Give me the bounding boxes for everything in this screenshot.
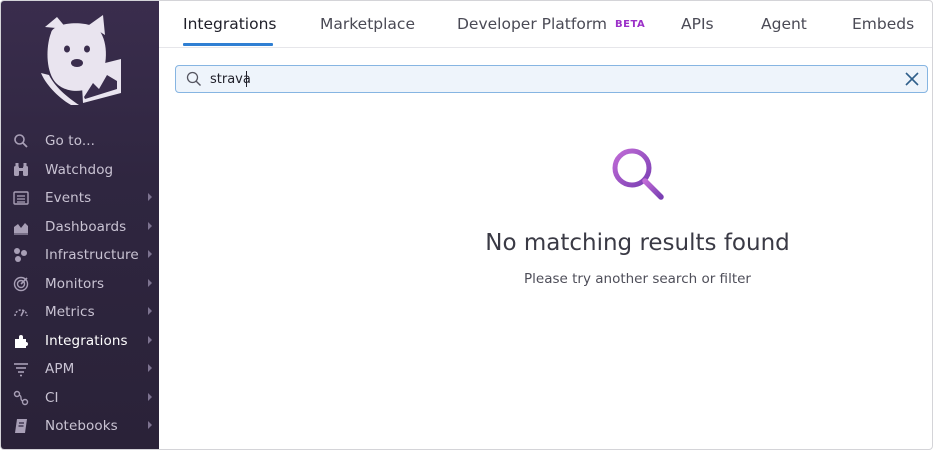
notebook-icon	[11, 416, 31, 436]
sidebar: Go to... Watchdog Events Dashboards Infr…	[1, 1, 159, 449]
sidebar-item-label: Monitors	[45, 275, 105, 292]
sidebar-item-integrations[interactable]: Integrations	[1, 327, 159, 356]
stacked-bars-icon	[11, 359, 31, 379]
search-icon	[186, 71, 201, 86]
chevron-right-icon	[148, 221, 152, 230]
hexagons-icon	[11, 245, 31, 265]
chevron-right-icon	[148, 278, 152, 287]
empty-state-subtitle: Please try another search or filter	[524, 271, 751, 287]
active-tab-indicator	[183, 43, 273, 46]
gauge-icon	[11, 302, 31, 322]
tab-marketplace[interactable]: Marketplace	[320, 15, 415, 33]
chevron-right-icon	[148, 364, 152, 372]
pipeline-icon	[11, 388, 31, 408]
chevron-right-icon	[148, 392, 152, 401]
puzzle-icon	[11, 331, 31, 351]
sidebar-item-watchdog[interactable]: Watchdog	[1, 156, 159, 185]
text-caret	[246, 71, 247, 87]
sidebar-item-ci[interactable]: CI	[1, 384, 159, 413]
sidebar-item-label: Dashboards	[45, 218, 127, 235]
chevron-right-icon	[148, 250, 152, 258]
sidebar-item-apm[interactable]: APM	[1, 355, 159, 384]
sidebar-item-label: Infrastructure	[45, 247, 139, 264]
search-input[interactable]	[210, 67, 810, 91]
sidebar-nav: Go to... Watchdog Events Dashboards Infr…	[1, 127, 159, 441]
beta-badge: BETA	[615, 19, 646, 30]
chevron-right-icon	[148, 193, 152, 201]
tab-developer-platform[interactable]: Developer Platform BETA	[457, 15, 645, 33]
sidebar-item-label: Go to...	[45, 133, 96, 150]
tab-embeds[interactable]: Embeds	[852, 15, 914, 33]
sidebar-item-label: CI	[45, 389, 59, 406]
area-chart-icon	[11, 217, 31, 237]
chevron-right-icon	[148, 335, 152, 344]
list-icon	[11, 188, 31, 208]
sidebar-item-goto[interactable]: Go to...	[1, 127, 159, 156]
sidebar-item-notebooks[interactable]: Notebooks	[1, 412, 159, 441]
sidebar-item-label: Watchdog	[45, 161, 114, 178]
sidebar-item-label: Integrations	[45, 332, 128, 349]
sidebar-item-events[interactable]: Events	[1, 184, 159, 213]
magnifier-icon	[612, 148, 664, 200]
empty-state-title: No matching results found	[485, 230, 790, 256]
sidebar-item-label: Metrics	[45, 304, 95, 321]
datadog-logo-icon[interactable]	[37, 13, 123, 107]
sidebar-item-metrics[interactable]: Metrics	[1, 298, 159, 327]
tab-apis[interactable]: APIs	[681, 15, 714, 33]
app-window: Go to... Watchdog Events Dashboards Infr…	[0, 0, 933, 450]
sidebar-item-dashboards[interactable]: Dashboards	[1, 213, 159, 242]
sidebar-item-monitors[interactable]: Monitors	[1, 270, 159, 299]
tab-label: Developer Platform	[457, 15, 608, 33]
sidebar-item-infrastructure[interactable]: Infrastructure	[1, 241, 159, 270]
search-icon	[11, 131, 31, 151]
tab-agent[interactable]: Agent	[761, 15, 807, 33]
sidebar-item-label: Events	[45, 190, 92, 207]
sidebar-item-label: APM	[45, 361, 75, 378]
tab-integrations[interactable]: Integrations	[183, 15, 276, 33]
sidebar-item-label: Notebooks	[45, 418, 118, 435]
close-icon[interactable]	[903, 70, 921, 88]
binoculars-icon	[11, 160, 31, 180]
chevron-right-icon	[148, 421, 152, 429]
chevron-right-icon	[148, 307, 152, 315]
radar-icon	[11, 274, 31, 294]
search-bar[interactable]	[175, 65, 928, 93]
